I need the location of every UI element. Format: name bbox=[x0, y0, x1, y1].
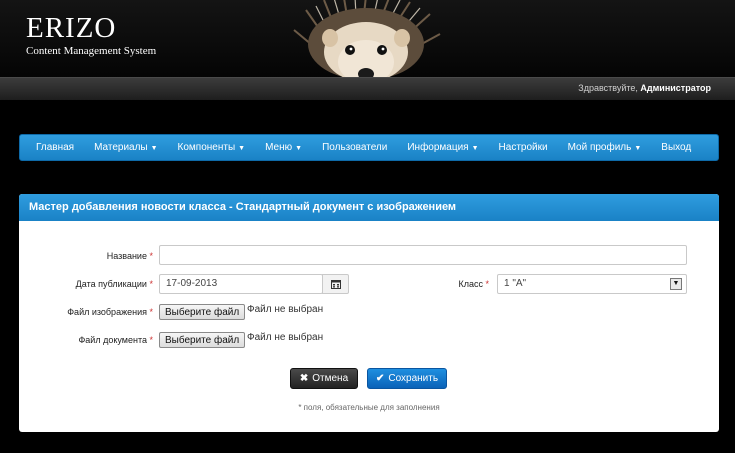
required-mark: * bbox=[149, 307, 153, 317]
nav-item-label: Материалы bbox=[94, 142, 148, 153]
required-footnote: * поля, обязательные для заполнения bbox=[298, 403, 440, 412]
publish-date-input[interactable]: 17-09-2013 bbox=[159, 274, 323, 294]
nav-item-settings[interactable]: Настройки bbox=[499, 142, 548, 153]
name-label: Название * bbox=[23, 251, 153, 261]
chevron-down-icon: ▼ bbox=[471, 145, 479, 152]
calendar-button[interactable] bbox=[322, 274, 349, 294]
chevron-down-icon: ▼ bbox=[238, 145, 246, 152]
news-wizard-panel: Мастер добавления новости класса - Станд… bbox=[19, 194, 719, 432]
nav-item-label: Настройки bbox=[498, 142, 548, 153]
nav-item-label: Меню bbox=[265, 142, 293, 153]
image-file-status: Файл не выбран bbox=[247, 304, 324, 315]
choose-document-file-button[interactable]: Выберите файл bbox=[159, 332, 246, 348]
nav-item-profile[interactable]: Мой профиль ▼ bbox=[568, 142, 642, 153]
greeting: Здравствуйте, Администратор bbox=[578, 83, 711, 93]
choose-image-file-button[interactable]: Выберите файл bbox=[159, 304, 246, 320]
nav-item-users[interactable]: Пользователи bbox=[322, 142, 387, 153]
required-mark: * bbox=[485, 279, 489, 289]
calendar-icon bbox=[330, 280, 341, 289]
name-label-text: Название bbox=[106, 251, 147, 261]
date-label: Дата публикации * bbox=[23, 279, 153, 289]
class-label-text: Класс bbox=[458, 279, 483, 289]
cancel-label: Отмена bbox=[312, 373, 349, 384]
nav-item-home[interactable]: Главная bbox=[36, 142, 74, 153]
document-file-label: Файл документа * bbox=[23, 335, 153, 345]
nav-item-menu[interactable]: Меню ▼ bbox=[265, 142, 302, 153]
class-label: Класс * bbox=[359, 279, 489, 289]
class-select[interactable]: 1 "А" bbox=[497, 274, 687, 294]
image-file-label-text: Файл изображения bbox=[67, 307, 147, 317]
nav-item-label: Компоненты bbox=[177, 142, 236, 153]
required-mark: * bbox=[149, 335, 153, 345]
chevron-down-icon: ▼ bbox=[150, 145, 158, 152]
nav-item-logout[interactable]: Выход bbox=[661, 142, 691, 153]
date-label-text: Дата публикации bbox=[75, 279, 147, 289]
site-header: ERIZO Content Management System Здравств… bbox=[0, 0, 735, 100]
title-input[interactable] bbox=[159, 245, 687, 265]
greeting-text: Здравствуйте, bbox=[578, 83, 638, 93]
required-mark: * bbox=[149, 279, 153, 289]
class-select-value: 1 "А" bbox=[504, 278, 527, 289]
check-icon: ✔ bbox=[375, 373, 385, 384]
panel-title: Мастер добавления новости класса - Станд… bbox=[19, 194, 719, 221]
image-file-label: Файл изображения * bbox=[23, 307, 153, 317]
save-label: Сохранить bbox=[388, 373, 439, 384]
brand-title: ERIZO bbox=[26, 12, 117, 44]
nav-item-components[interactable]: Компоненты ▼ bbox=[178, 142, 246, 153]
chevron-down-icon[interactable]: ▼ bbox=[670, 278, 682, 290]
cancel-button[interactable]: ✖ Отмена bbox=[290, 368, 358, 389]
save-button[interactable]: ✔ Сохранить bbox=[367, 368, 447, 389]
nav-item-materials[interactable]: Материалы ▼ bbox=[94, 142, 157, 153]
main-nav: Главная Материалы ▼ Компоненты ▼ Меню ▼ Пол… bbox=[19, 134, 719, 161]
nav-item-label: Пользователи bbox=[322, 142, 388, 153]
document-file-label-text: Файл документа bbox=[78, 335, 147, 345]
nav-item-label: Главная bbox=[36, 142, 75, 153]
nav-item-information[interactable]: Информация ▼ bbox=[407, 142, 478, 153]
nav-item-label: Мой профиль bbox=[567, 142, 632, 153]
close-icon: ✖ bbox=[299, 373, 309, 384]
document-file-status: Файл не выбран bbox=[247, 332, 324, 343]
nav-item-label: Информация bbox=[407, 142, 469, 153]
user-name[interactable]: Администратор bbox=[640, 83, 711, 93]
chevron-down-icon: ▼ bbox=[634, 145, 642, 152]
nav-item-label: Выход bbox=[661, 142, 692, 153]
required-mark: * bbox=[149, 251, 153, 261]
chevron-down-icon: ▼ bbox=[295, 145, 303, 152]
brand-subtitle: Content Management System bbox=[26, 45, 157, 57]
